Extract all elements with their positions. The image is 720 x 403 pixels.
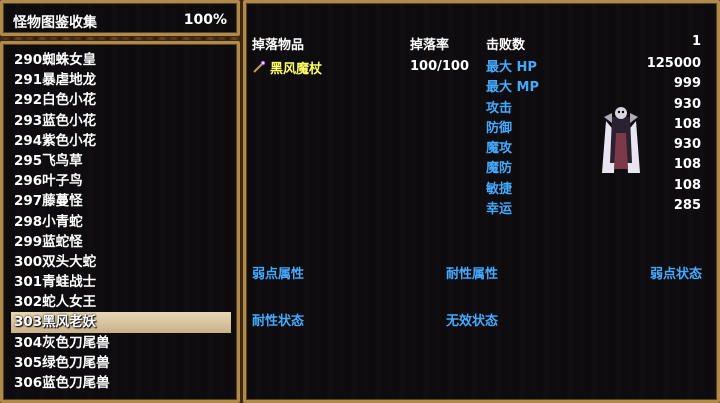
stat-row-luck: 幸运 285 xyxy=(486,198,701,218)
monster-list-item[interactable]: 290蜘蛛女皇 xyxy=(11,50,231,70)
monster-list-item[interactable]: 295飞鸟草 xyxy=(11,151,231,171)
stat-value: 999 xyxy=(673,76,701,92)
drop-item-name: 黑风魔杖 xyxy=(270,61,323,77)
stat-row-max-mp: 最大 MP 999 xyxy=(486,76,701,96)
stat-label: 最大 MP xyxy=(486,80,539,96)
monster-list-item[interactable]: 301青蛙战士 xyxy=(11,272,231,292)
stat-value: 930 xyxy=(673,137,701,153)
monster-list-item[interactable]: 292白色小花 xyxy=(11,90,231,110)
monster-list-item[interactable]: 302蛇人女王 xyxy=(11,292,231,312)
stat-row-defense: 防御 108 xyxy=(486,117,701,137)
monster-detail-panel: 掉落物品 掉落率 击败数 1 黑风魔杖 100/100 最大 HP 125000… xyxy=(243,0,720,403)
monster-list-item[interactable]: 303黑风老妖 xyxy=(11,312,231,333)
stat-row-magic-attack: 魔攻 930 xyxy=(486,137,701,157)
monster-list-item[interactable]: 297藤蔓怪 xyxy=(11,191,231,211)
monster-list-item[interactable]: 298小青蛇 xyxy=(11,212,231,232)
stat-value: 930 xyxy=(673,96,701,112)
collection-title: 怪物图鉴收集 xyxy=(13,15,97,31)
monster-list-item[interactable]: 291暴虐地龙 xyxy=(11,70,231,90)
monster-list-panel: 290蜘蛛女皇 291暴虐地龙 292白色小花 293蓝色小花 294紫色小花 … xyxy=(0,41,240,403)
monster-list-item[interactable]: 296叶子鸟 xyxy=(11,171,231,191)
monster-list: 290蜘蛛女皇 291暴虐地龙 292白色小花 293蓝色小花 294紫色小花 … xyxy=(11,50,231,393)
monster-list-item[interactable]: 305绿色刀尾兽 xyxy=(11,353,231,373)
stat-label: 敏捷 xyxy=(486,181,513,197)
drop-item-header: 掉落物品 xyxy=(252,38,305,53)
resist-state-label: 耐性状态 xyxy=(252,314,305,329)
monster-list-item[interactable]: 293蓝色小花 xyxy=(11,111,231,131)
stat-value: 108 xyxy=(673,177,701,193)
stat-label: 攻击 xyxy=(486,100,513,116)
drop-item-row: 黑风魔杖 xyxy=(252,58,323,77)
immune-state-label: 无效状态 xyxy=(446,314,499,329)
stat-row-agility: 敏捷 108 xyxy=(486,178,701,198)
stat-value: 108 xyxy=(673,116,701,132)
drop-rate-header: 掉落率 xyxy=(410,38,450,53)
stat-row-attack: 攻击 930 xyxy=(486,97,701,117)
defeat-count-header: 击败数 xyxy=(486,38,526,53)
stat-value: 285 xyxy=(673,198,701,214)
collection-header: 怪物图鉴收集 100% xyxy=(0,0,240,36)
defeat-count-value: 1 xyxy=(691,34,701,49)
stat-value: 108 xyxy=(673,157,701,173)
monster-sprite xyxy=(602,107,640,173)
monster-list-item[interactable]: 306蓝色刀尾兽 xyxy=(11,373,231,393)
resist-attribute-label: 耐性属性 xyxy=(446,267,499,282)
monster-list-item[interactable]: 300双头大蛇 xyxy=(11,252,231,272)
stat-row-magic-defense: 魔防 108 xyxy=(486,157,701,177)
collection-percent: 100% xyxy=(183,12,227,28)
stats-block: 最大 HP 125000 最大 MP 999 攻击 930 防御 108 魔攻 … xyxy=(486,56,701,218)
staff-icon xyxy=(253,60,266,73)
stat-label: 幸运 xyxy=(486,202,513,218)
monster-list-item[interactable]: 299蓝蛇怪 xyxy=(11,232,231,252)
stat-label: 魔攻 xyxy=(486,141,513,157)
stat-label: 魔防 xyxy=(486,161,513,177)
weak-state-label: 弱点状态 xyxy=(650,267,703,282)
stat-row-max-hp: 最大 HP 125000 xyxy=(486,56,701,76)
monster-list-item[interactable]: 294紫色小花 xyxy=(11,131,231,151)
stat-label: 防御 xyxy=(486,120,513,136)
monster-list-item[interactable]: 304灰色刀尾兽 xyxy=(11,333,231,353)
stat-label: 最大 HP xyxy=(486,60,537,75)
drop-rate-value: 100/100 xyxy=(410,59,470,74)
stat-value: 125000 xyxy=(646,56,701,71)
weak-attribute-label: 弱点属性 xyxy=(252,267,305,282)
